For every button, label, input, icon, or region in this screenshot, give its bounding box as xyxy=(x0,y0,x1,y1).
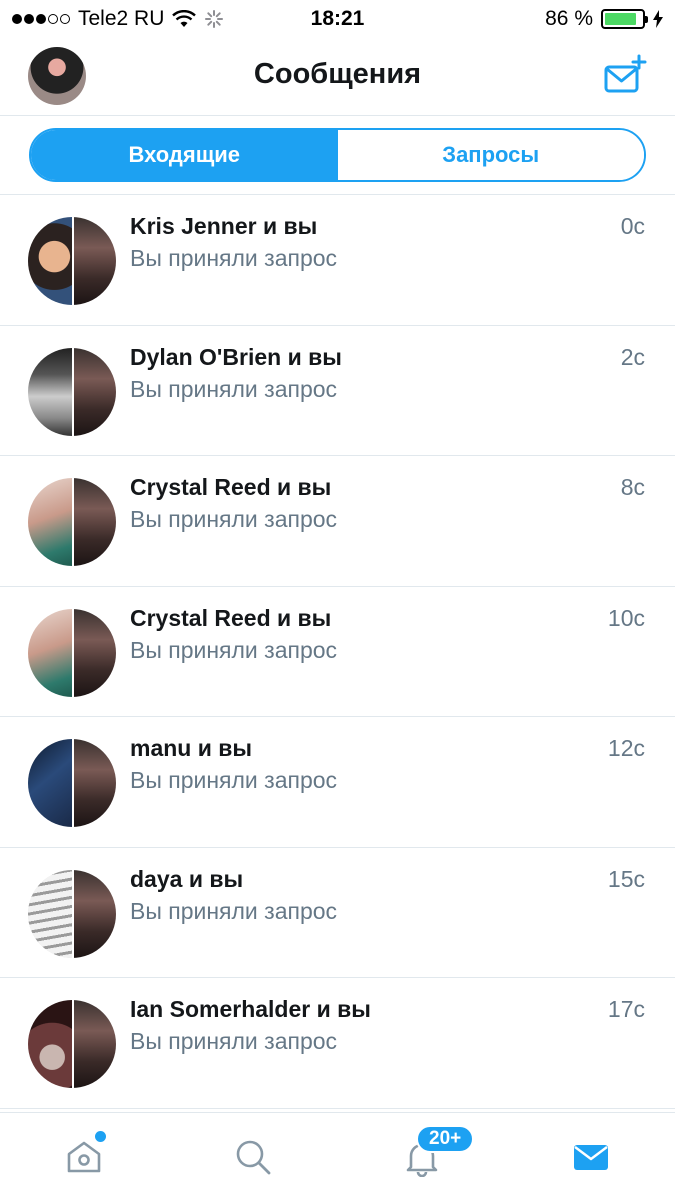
conversation-row[interactable]: Crystal Reed и вы Вы приняли запрос 8с xyxy=(0,456,675,587)
home-unread-dot xyxy=(95,1131,106,1142)
avatar xyxy=(28,347,116,436)
bottom-tab-bar xyxy=(0,1112,675,1200)
notifications-badge: 20+ xyxy=(416,1125,475,1153)
avatar xyxy=(28,217,116,305)
conversation-row[interactable]: Crystal Reed и вы Вы приняли запрос 10с xyxy=(0,587,675,717)
conversation-row[interactable]: Dylan O'Brien и вы Вы приняли запрос 2с xyxy=(0,326,675,456)
charging-bolt-icon xyxy=(653,10,663,28)
avatar xyxy=(28,478,116,566)
home-icon xyxy=(68,1141,101,1172)
conversation-time: 12с xyxy=(607,735,645,761)
conversation-preview: Вы приняли запрос xyxy=(130,897,338,924)
page-title: Сообщения xyxy=(253,58,422,90)
tab-home[interactable] xyxy=(0,1113,169,1200)
conversation-name: Crystal Reed и вы xyxy=(130,474,332,500)
conversation-time: 0с xyxy=(620,213,645,239)
conversation-preview: Вы приняли запрос xyxy=(130,506,338,532)
battery-icon xyxy=(601,9,648,29)
inbox-segmented-control: Входящие Запросы xyxy=(29,128,646,182)
signal-strength-icon xyxy=(12,14,70,24)
conversation-preview: Вы приняли запрос xyxy=(130,375,338,402)
conversation-preview: Вы приняли запрос xyxy=(130,1028,338,1054)
tab-requests[interactable]: Запросы xyxy=(337,130,644,180)
conversation-row[interactable]: manu и вы Вы приняли запрос 12с xyxy=(0,717,675,848)
avatar xyxy=(28,608,116,697)
conversation-row[interactable]: daya и вы Вы приняли запрос 15с xyxy=(0,848,675,978)
conversation-preview: Вы приняли запрос xyxy=(130,636,338,663)
tab-search[interactable] xyxy=(169,1113,338,1200)
avatar xyxy=(28,869,116,958)
conversation-name: Dylan O'Brien и вы xyxy=(130,343,342,370)
messages-icon xyxy=(573,1144,608,1170)
conversation-name: manu и вы xyxy=(130,735,253,761)
status-bar: Tele2 RU 18:21 86 % xyxy=(0,0,675,38)
conversation-name: Crystal Reed и вы xyxy=(130,604,332,631)
status-right: 86 % xyxy=(545,7,663,31)
wifi-icon xyxy=(172,10,197,27)
conversation-time: 2с xyxy=(620,343,645,370)
avatar xyxy=(28,739,116,827)
carrier-name: Tele2 RU xyxy=(78,7,165,30)
conversation-name: Ian Somerhalder и вы xyxy=(130,996,371,1022)
header: Сообщения xyxy=(0,38,675,116)
conversation-time: 15с xyxy=(607,865,645,892)
conversation-name: Kris Jenner и вы xyxy=(130,213,318,239)
conversation-preview: Вы приняли запрос xyxy=(130,245,338,271)
conversation-row[interactable]: Ian Somerhalder и вы Вы приняли запрос 1… xyxy=(0,978,675,1109)
conversation-time: 10с xyxy=(607,604,645,631)
conversation-row[interactable]: Kris Jenner и вы Вы приняли запрос 0с xyxy=(0,195,675,326)
compose-message-icon[interactable] xyxy=(603,54,647,98)
tab-messages[interactable] xyxy=(506,1113,675,1200)
conversation-name: daya и вы xyxy=(130,865,244,892)
avatar xyxy=(28,1000,116,1088)
tab-inbox[interactable]: Входящие xyxy=(31,130,338,180)
conversation-list: Kris Jenner и вы Вы приняли запрос 0с Dy… xyxy=(0,195,675,1109)
battery-level-fill xyxy=(605,13,636,25)
search-icon xyxy=(236,1140,271,1174)
battery-percent: 86 % xyxy=(545,7,593,30)
status-left: Tele2 RU xyxy=(12,7,224,31)
conversation-time: 8с xyxy=(620,474,645,500)
conversation-time: 17с xyxy=(607,996,645,1022)
conversation-preview: Вы приняли запрос xyxy=(130,767,338,793)
activity-spinner-icon xyxy=(205,10,224,28)
